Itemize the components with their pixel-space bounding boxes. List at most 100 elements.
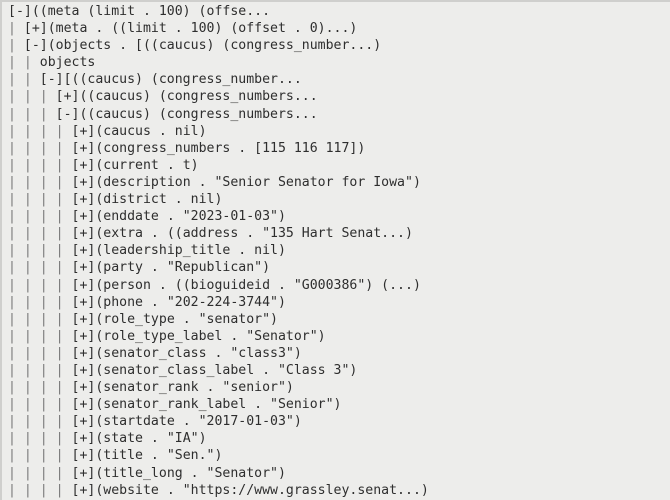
- tree-row[interactable]: | | | | [+](leadership_title . nil): [8, 242, 670, 259]
- tree-node-label: (role_type . "senator"): [95, 311, 278, 327]
- tree-node-label: objects: [39, 55, 96, 71]
- expand-toggle-icon[interactable]: [+]: [72, 158, 96, 173]
- tree-row[interactable]: | | | | [+](senator_class . "class3"): [8, 345, 670, 362]
- tree-row[interactable]: | | | | [+](description . "Senior Senato…: [8, 174, 670, 191]
- tree-node-label: (senator_rank . "senior"): [95, 380, 294, 396]
- tree-node-label: (extra . ((address . "135 Hart Senat...): [95, 226, 413, 242]
- collapse-toggle-icon[interactable]: [-]: [24, 38, 48, 53]
- tree-row[interactable]: | | | [-]((caucus) (congress_numbers...: [8, 106, 670, 123]
- collapse-toggle-icon[interactable]: [-]: [40, 72, 64, 87]
- hierarchy-tree-buffer[interactable]: [-]((meta (limit . 100) (offse... | [+](m…: [0, 0, 670, 500]
- tree-indent-guides: | | | |: [8, 482, 72, 498]
- tree-node-label: (senator_class . "class3"): [95, 345, 302, 361]
- tree-row[interactable]: | | objects: [8, 54, 670, 71]
- tree-indent-guides: | | |: [8, 89, 56, 105]
- tree-indent-guides: | | | |: [8, 243, 72, 259]
- tree-row[interactable]: | | | | [+](person . ((bioguideid . "G00…: [8, 277, 670, 294]
- tree-row[interactable]: | | | | [+](congress_numbers . [115 116 …: [8, 140, 670, 157]
- expand-toggle-icon[interactable]: [+]: [72, 141, 96, 156]
- tree-row[interactable]: | | | | [+](senator_class_label . "Class…: [8, 362, 670, 379]
- tree-node-label: (caucus . nil): [95, 123, 207, 139]
- tree-indent-guides: | | | |: [8, 414, 72, 430]
- tree-node-label: (objects . [((caucus) (congress_number..…: [47, 38, 382, 54]
- tree-node-label: (website . "https://www.grassley.senat..…: [95, 482, 429, 498]
- expand-toggle-icon[interactable]: [+]: [72, 175, 96, 190]
- expand-toggle-icon[interactable]: [+]: [72, 226, 96, 241]
- tree-node-label: ((caucus) (congress_numbers...: [79, 106, 318, 122]
- tree-row[interactable]: | | | | [+](title_long . "Senator"): [8, 465, 670, 482]
- tree-indent-guides: | | | |: [8, 174, 72, 190]
- expand-toggle-icon[interactable]: [+]: [72, 209, 96, 224]
- expand-toggle-icon[interactable]: [+]: [72, 278, 96, 293]
- tree-row[interactable]: | [+](meta . ((limit . 100) (offset . 0)…: [8, 20, 670, 37]
- tree-indent-guides: | | | |: [8, 277, 72, 293]
- tree-indent-guides: |: [8, 21, 24, 37]
- tree-node-label: ((caucus) (congress_numbers...: [79, 89, 318, 105]
- tree-node-label: (title . "Sen."): [95, 448, 223, 464]
- expand-toggle-icon[interactable]: [+]: [72, 124, 96, 139]
- expand-toggle-icon[interactable]: [+]: [72, 346, 96, 361]
- tree-row[interactable]: | | | | [+](party . "Republican"): [8, 259, 670, 276]
- tree-indent-guides: | | | |: [8, 380, 72, 396]
- tree-node-label: (person . ((bioguideid . "G000386") (...…: [95, 277, 421, 293]
- expand-toggle-icon[interactable]: [+]: [72, 448, 96, 463]
- expand-toggle-icon[interactable]: [+]: [72, 414, 96, 429]
- tree-node-label: ((meta (limit . 100) (offse...: [31, 4, 271, 19]
- tree-row[interactable]: | | | | [+](enddate . "2023-01-03"): [8, 208, 670, 225]
- expand-toggle-icon[interactable]: [+]: [56, 89, 80, 104]
- tree-row[interactable]: | [-](objects . [((caucus) (congress_num…: [8, 37, 670, 54]
- tree-indent-guides: | | |: [8, 106, 56, 122]
- expand-toggle-icon[interactable]: [+]: [72, 483, 96, 498]
- tree-indent-guides: | | | |: [8, 311, 72, 327]
- tree-indent-guides: | | | |: [8, 226, 72, 242]
- tree-indent-guides: | | | |: [8, 192, 72, 208]
- tree-row[interactable]: | | | | [+](current . t): [8, 157, 670, 174]
- expand-toggle-icon[interactable]: [+]: [24, 21, 48, 36]
- tree-row[interactable]: | | | | [+](state . "IA"): [8, 430, 670, 447]
- tree-node-label: (current . t): [95, 157, 199, 173]
- tree-node-label: (leadership_title . nil): [95, 243, 286, 259]
- tree-row[interactable]: | | | | [+](startdate . "2017-01-03"): [8, 413, 670, 430]
- tree-indent-guides: | | | |: [8, 448, 72, 464]
- tree-indent-guides: | | | |: [8, 260, 72, 276]
- tree-row[interactable]: | | [-][((caucus) (congress_number...: [8, 71, 670, 88]
- collapse-toggle-icon[interactable]: [-]: [56, 107, 80, 122]
- expand-toggle-icon[interactable]: [+]: [72, 397, 96, 412]
- tree-node-label: (district . nil): [95, 192, 223, 208]
- tree-indent-guides: | | | |: [8, 328, 72, 344]
- tree-node-label: (startdate . "2017-01-03"): [95, 414, 302, 430]
- tree-row[interactable]: | | | | [+](district . nil): [8, 191, 670, 208]
- tree-indent-guides: | | | |: [8, 123, 72, 139]
- tree-indent-guides: | | | |: [8, 345, 72, 361]
- tree-node-label: (enddate . "2023-01-03"): [95, 209, 286, 225]
- expand-toggle-icon[interactable]: [+]: [72, 363, 96, 378]
- expand-toggle-icon[interactable]: [+]: [72, 295, 96, 310]
- tree-indent-guides: | | | |: [8, 157, 72, 173]
- tree-row[interactable]: | | | | [+](title . "Sen."): [8, 447, 670, 464]
- tree-row[interactable]: [-]((meta (limit . 100) (offse...: [8, 3, 670, 20]
- collapse-toggle-icon[interactable]: [-]: [8, 4, 32, 19]
- tree-row[interactable]: | | | | [+](phone . "202-224-3744"): [8, 294, 670, 311]
- tree-row[interactable]: | | | | [+](senator_rank_label . "Senior…: [8, 396, 670, 413]
- tree-row[interactable]: | | | | [+](website . "https://www.grass…: [8, 482, 670, 499]
- tree-row[interactable]: | | | | [+](role_type . "senator"): [8, 311, 670, 328]
- expand-toggle-icon[interactable]: [+]: [72, 431, 96, 446]
- tree-row-list: [-]((meta (limit . 100) (offse... | [+](m…: [2, 3, 670, 500]
- tree-indent-guides: | | | |: [8, 140, 72, 156]
- tree-row[interactable]: | | | | [+](extra . ((address . "135 Har…: [8, 225, 670, 242]
- expand-toggle-icon[interactable]: [+]: [72, 329, 96, 344]
- expand-toggle-icon[interactable]: [+]: [72, 243, 96, 258]
- expand-toggle-icon[interactable]: [+]: [72, 380, 96, 395]
- tree-row[interactable]: | | | [+]((caucus) (congress_numbers...: [8, 88, 670, 105]
- expand-toggle-icon[interactable]: [+]: [72, 260, 96, 275]
- tree-node-label: (congress_numbers . [115 116 117]): [95, 140, 366, 156]
- tree-row[interactable]: | | | | [+](senator_rank . "senior"): [8, 379, 670, 396]
- expand-toggle-icon[interactable]: [+]: [72, 192, 96, 207]
- tree-node-label: (phone . "202-224-3744"): [95, 294, 286, 310]
- tree-indent-guides: | | | |: [8, 209, 72, 225]
- tree-node-label: (state . "IA"): [95, 431, 207, 447]
- expand-toggle-icon[interactable]: [+]: [72, 466, 96, 481]
- tree-row[interactable]: | | | | [+](caucus . nil): [8, 123, 670, 140]
- tree-row[interactable]: | | | | [+](role_type_label . "Senator"): [8, 328, 670, 345]
- expand-toggle-icon[interactable]: [+]: [72, 312, 96, 327]
